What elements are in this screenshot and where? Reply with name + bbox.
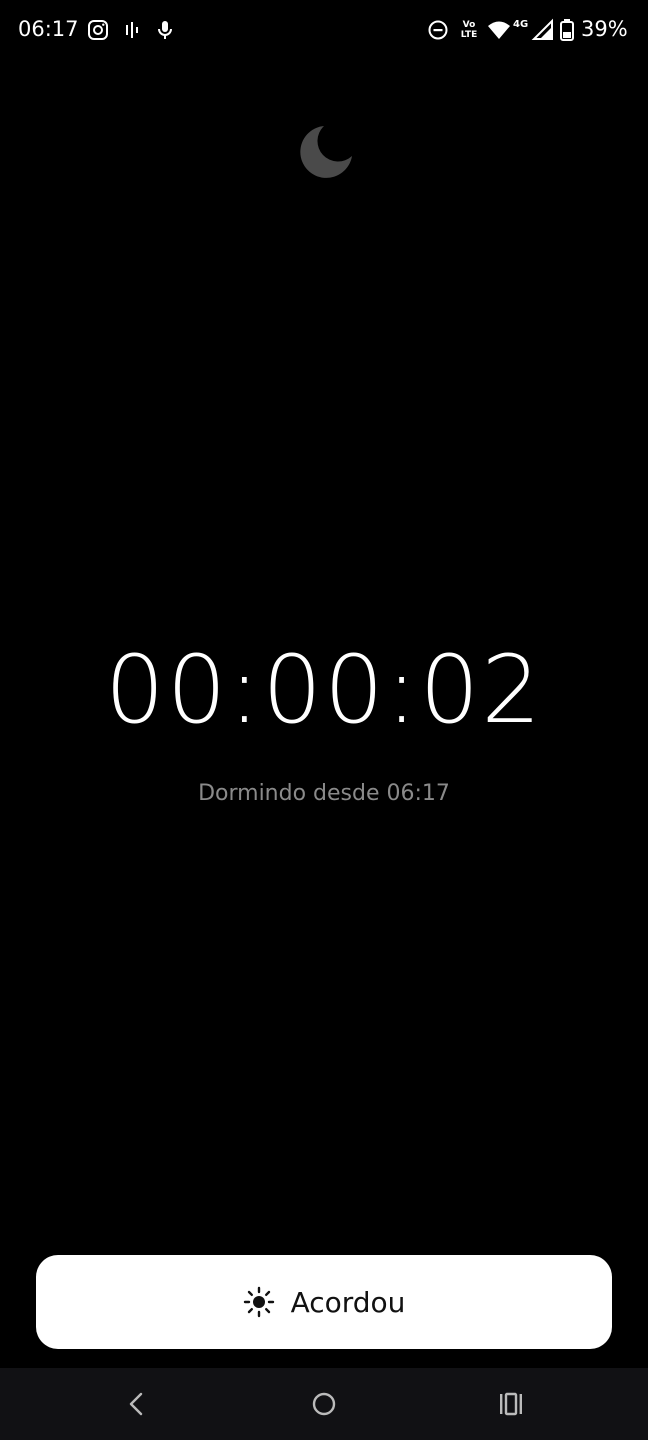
volte-icon: Vo LTE <box>457 20 481 40</box>
instagram-icon <box>88 20 108 40</box>
audio-wave-icon <box>126 22 138 38</box>
network-type: 4G <box>513 19 529 30</box>
back-icon[interactable] <box>120 1388 152 1420</box>
volte-top: Vo <box>462 20 476 30</box>
battery-icon <box>560 19 574 41</box>
do-not-disturb-icon <box>428 20 448 40</box>
home-icon[interactable] <box>308 1388 340 1420</box>
mic-notification-icon <box>158 21 172 39</box>
navigation-bar <box>0 1368 648 1440</box>
wake-up-label: Acordou <box>290 1285 406 1319</box>
wifi-icon <box>488 21 510 39</box>
sun-icon <box>243 1286 274 1318</box>
recents-icon[interactable] <box>495 1388 527 1420</box>
moon-icon <box>300 126 352 178</box>
volte-bottom: LTE <box>460 30 478 40</box>
wake-up-button[interactable]: Acordou <box>36 1255 612 1349</box>
sleep-timer: 00:00:02 <box>104 636 544 745</box>
cell-signal-icon <box>531 18 553 40</box>
battery-percentage: 39% <box>581 17 628 41</box>
sleep-since-label: Dormindo desde 06:17 <box>198 781 450 806</box>
status-bar: 06:17 Vo LTE 4G 39% <box>0 0 648 62</box>
status-time: 06:17 <box>18 17 79 41</box>
